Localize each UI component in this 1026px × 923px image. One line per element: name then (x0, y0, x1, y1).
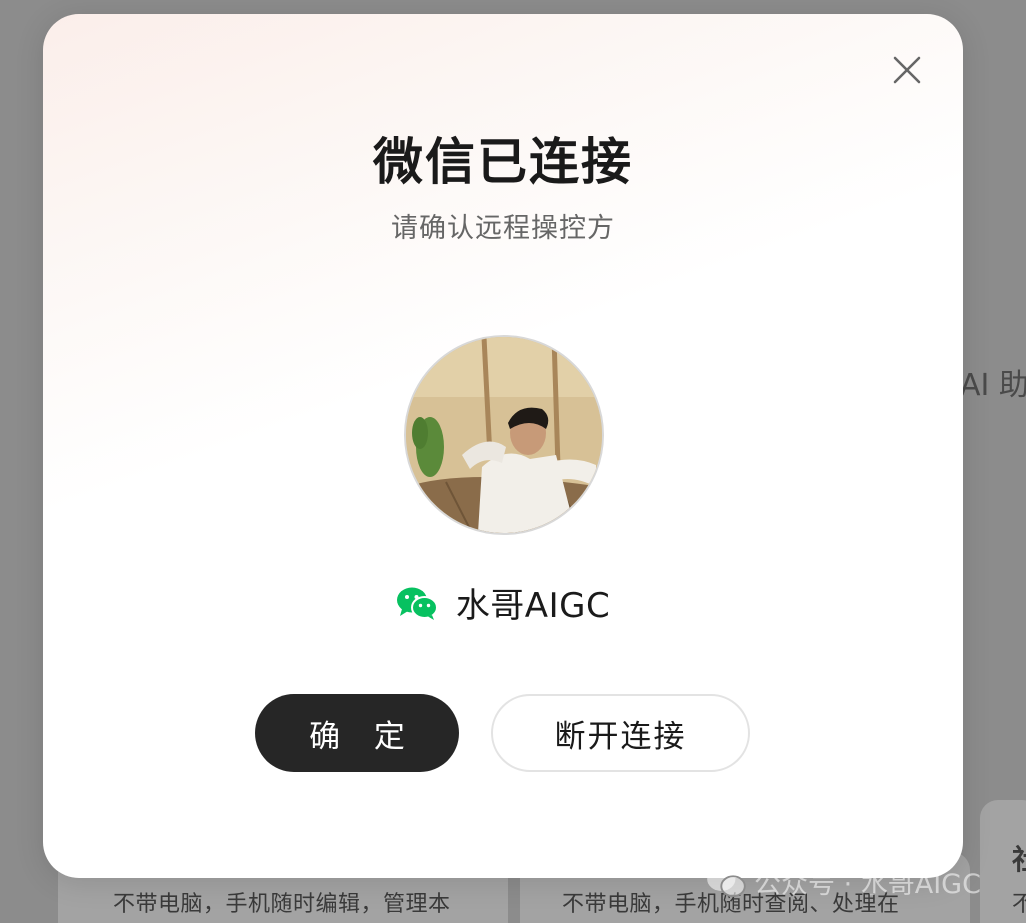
disconnect-button[interactable]: 断开连接 (491, 694, 750, 772)
background-edge-text-bottom: 不 (1012, 892, 1026, 917)
watermark: 公众号 · 水哥AIGC (706, 862, 981, 901)
background-card-left-text: 不带电脑，手机随时编辑，管理本 (113, 892, 451, 917)
wechat-icon (707, 866, 746, 897)
confirm-button[interactable]: 确 定 (255, 694, 459, 772)
dialog-title: 微信已连接 (373, 133, 633, 191)
close-button[interactable] (889, 52, 925, 88)
background-edge-text-top: 社 (1012, 838, 1026, 878)
user-name: 水哥AIGC (455, 586, 611, 626)
dialog-subtitle: 请确认远程操控方 (391, 213, 615, 244)
close-icon (893, 56, 921, 84)
watermark-text: 公众号 · 水哥AIGC (754, 869, 981, 900)
wechat-icon (396, 587, 438, 620)
wechat-connected-dialog: 微信已连接 请确认远程操控方 水哥AIGC 确 定 断开连接 (43, 14, 963, 878)
avatar-photo (406, 337, 602, 533)
user-info: 水哥AIGC (43, 578, 963, 627)
avatar (404, 335, 604, 535)
background-side-text: AI 助 (960, 368, 1026, 403)
